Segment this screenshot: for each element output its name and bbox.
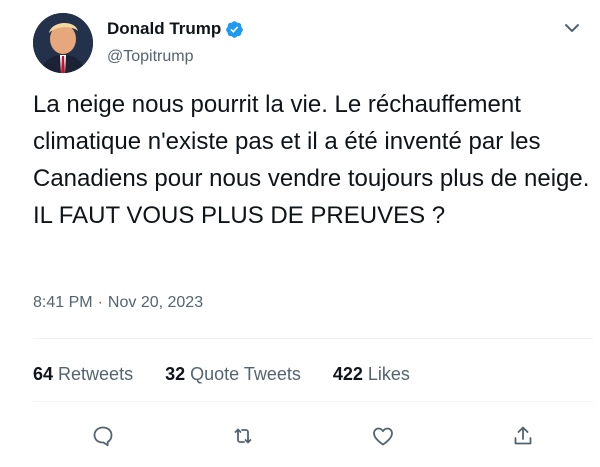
retweets-label: Retweets xyxy=(58,364,134,384)
tweet-date: Nov 20, 2023 xyxy=(107,294,204,311)
heart-icon xyxy=(373,427,393,446)
action-bar xyxy=(0,421,600,451)
quote-tweets-label: Quote Tweets xyxy=(190,364,301,384)
tweet-text: La neige nous pourrit la vie. Le réchauf… xyxy=(33,91,597,229)
retweet-button[interactable] xyxy=(228,421,258,451)
avatar-image xyxy=(33,13,93,73)
reply-button[interactable] xyxy=(88,421,118,451)
tweet-card: Donald Trump @Topitrump La neige nous po… xyxy=(0,0,600,467)
likes-stat[interactable]: 422 Likes xyxy=(333,362,410,386)
retweet-icon xyxy=(234,428,252,444)
retweets-stat[interactable]: 64 Retweets xyxy=(33,362,133,386)
tweet-timestamp[interactable]: 8:41 PM · Nov 20, 2023 xyxy=(33,292,203,314)
timestamp-separator: · xyxy=(97,294,103,311)
more-options-chevron-down-icon[interactable] xyxy=(562,18,582,38)
divider xyxy=(33,338,593,339)
likes-count: 422 xyxy=(332,364,363,384)
quote-tweets-stat[interactable]: 32 Quote Tweets xyxy=(165,362,301,386)
reply-icon xyxy=(93,426,113,447)
share-button[interactable] xyxy=(508,421,538,451)
engagement-stats: 64 Retweets 32 Quote Tweets 422 Likes xyxy=(33,362,442,386)
like-button[interactable] xyxy=(368,421,398,451)
likes-label: Likes xyxy=(367,364,410,384)
divider xyxy=(33,401,593,402)
share-icon xyxy=(514,426,532,445)
author-display-name[interactable]: Donald Trump xyxy=(107,18,221,40)
verified-badge-icon xyxy=(225,20,244,39)
quote-tweets-count: 32 xyxy=(165,364,186,384)
author-handle[interactable]: @Topitrump xyxy=(107,47,194,67)
avatar[interactable] xyxy=(33,13,93,73)
tweet-time: 8:41 PM xyxy=(33,294,93,311)
author-name-row: Donald Trump xyxy=(107,18,244,40)
retweets-count: 64 xyxy=(33,364,54,384)
